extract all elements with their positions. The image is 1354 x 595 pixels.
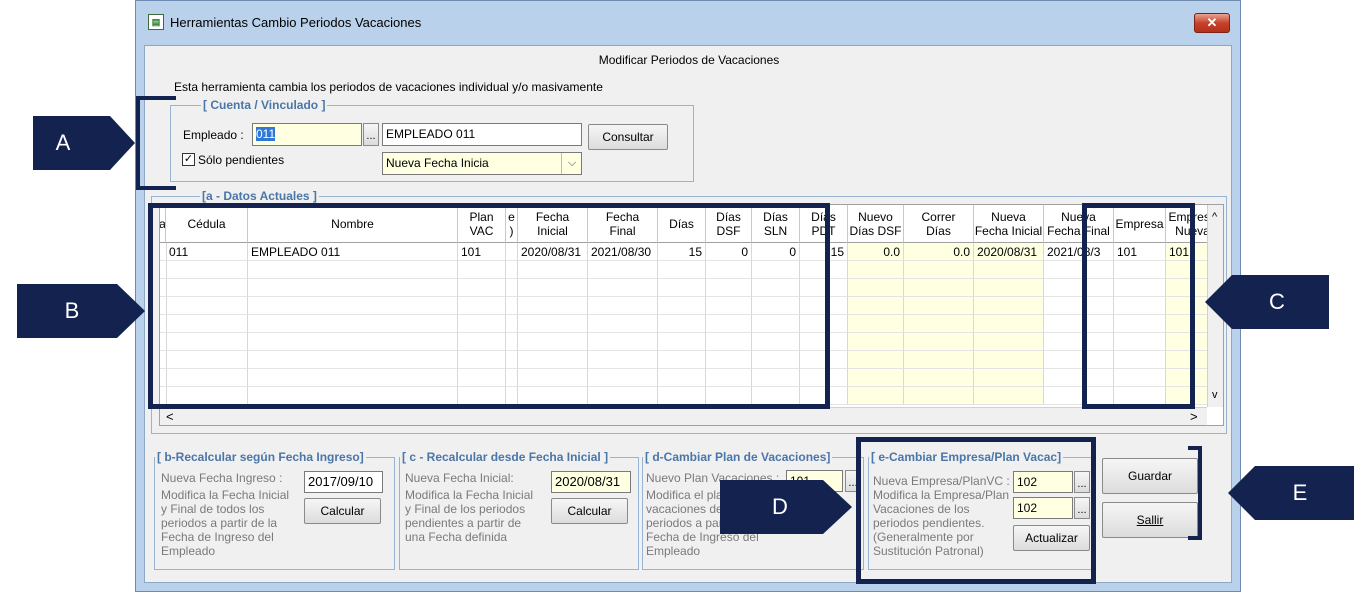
annotation-label-d: D bbox=[772, 494, 788, 519]
annotation-label-b: B bbox=[64, 298, 80, 323]
annotation-label-c: C bbox=[1269, 289, 1285, 314]
annotation-label-e: E bbox=[1292, 480, 1308, 505]
annotation-label-a: A bbox=[55, 130, 71, 155]
annotation-arrows bbox=[17, 116, 1354, 534]
